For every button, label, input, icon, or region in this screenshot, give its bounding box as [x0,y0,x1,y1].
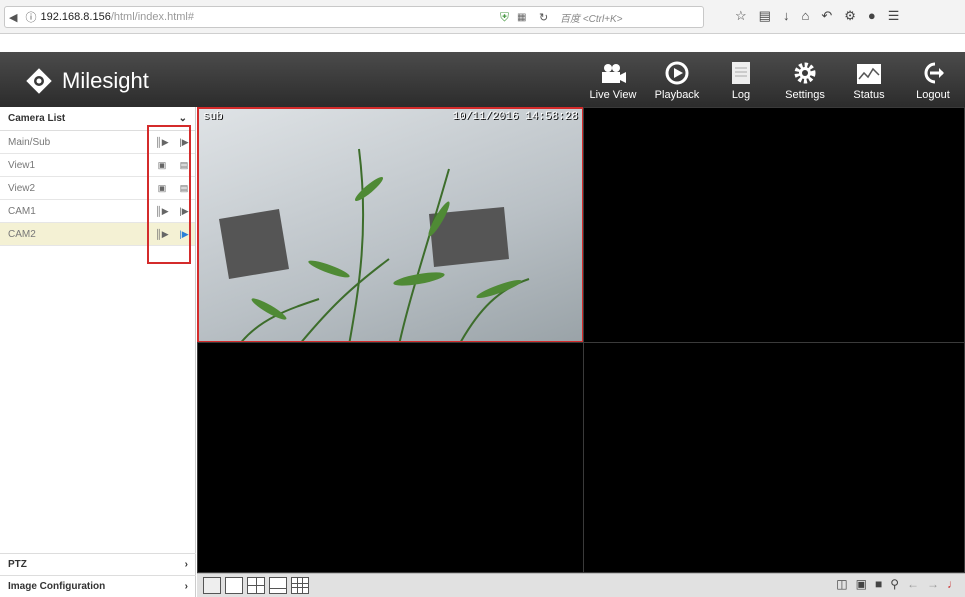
nav-playback[interactable]: Playback [645,52,709,107]
nav-log[interactable]: Log [709,52,773,107]
snapshot-icon[interactable]: ▣ [856,577,867,591]
nav-label: Settings [785,89,825,101]
layout-6-icon[interactable] [269,577,287,594]
url-path: /html/index.html# [110,11,194,23]
search-box[interactable]: 百度 <Ctrl+K> [560,10,700,25]
menu-icon[interactable]: ☰ [888,8,900,24]
nav-label: Live View [589,89,637,101]
star-icon[interactable]: ☆ [735,8,747,24]
nav-live-view[interactable]: Live View [581,52,645,107]
layout-1-icon[interactable] [225,577,243,594]
undo-icon[interactable]: ↶ [821,8,832,24]
download-icon[interactable]: ↓ [783,8,790,24]
list-item-label: CAM1 [8,205,36,217]
video-pane-4[interactable] [583,342,965,573]
list-item-label: View1 [8,159,36,171]
sidebar: Camera List ⌄ Main/Sub ║▶ |▶ View1 ▣ ▤ View2… [0,107,196,597]
reading-icon[interactable]: ▤ [759,8,771,24]
nav-label: Playback [654,89,700,101]
logo-icon [26,68,52,94]
osd-timestamp: 10/11/2016 14:58:28 [452,111,578,123]
highlight-box [147,125,191,264]
list-item-label: View2 [8,182,36,194]
chat-icon[interactable]: ● [868,8,876,24]
image-configuration-panel[interactable]: Image Configuration › [0,575,196,597]
nav-settings[interactable]: Settings [773,52,837,107]
tools-icon[interactable]: ⚙ [844,8,856,24]
reload-icon[interactable]: ↻ [539,11,548,24]
nav-status[interactable]: Status [837,52,901,107]
chevron-right-icon: › [184,581,188,592]
brand-name: Milesight [62,68,149,93]
list-item-label: CAM2 [8,228,36,240]
nav-label: Status [853,89,885,101]
gear-icon [794,62,816,84]
stream-icon[interactable]: ◫ [836,577,847,591]
camera-list-title: Camera List [8,113,66,124]
camera-icon [602,64,626,83]
arrow-right-icon[interactable]: → [927,577,939,591]
list-item-label: Main/Sub [8,136,51,148]
url-host: 192.168.8.156 [40,11,111,23]
chevron-right-icon: › [184,559,188,570]
camera-feed [199,109,582,341]
main-nav: Live View Playback Log Settings Status L… [581,52,965,107]
nav-logout[interactable]: Logout [901,52,965,107]
qr-icon[interactable]: ▦ [517,12,526,23]
feed-scene [219,148,530,341]
document-icon [732,62,750,84]
bottom-toolbar: ◫ ▣ ■ ⚲ ← → ♩ [197,573,965,597]
address-bar[interactable]: ◀ ⓘ 192.168.8.156/html/index.html# ⛨ ▦ ↻… [4,6,704,28]
video-pane-3[interactable] [197,342,584,573]
arrow-left-icon[interactable]: ← [907,577,919,591]
osd-stream: sub [203,111,223,123]
zoom-icon[interactable]: ⚲ [890,577,899,591]
playback-icon [665,61,689,85]
page-info-icon[interactable]: ⓘ [25,9,36,25]
layout-4-icon[interactable] [247,577,265,594]
record-icon[interactable]: ■ [875,577,882,591]
nav-label: Logout [916,89,950,101]
back-icon[interactable]: ◀ [9,11,17,24]
logout-icon [924,62,944,84]
layout-9-icon[interactable] [291,577,309,594]
audio-mute-icon[interactable]: ♩ [947,577,959,591]
image-configuration-label: Image Configuration [8,581,106,592]
browser-toolbar: ◀ ⓘ 192.168.8.156/html/index.html# ⛨ ▦ ↻… [0,0,965,34]
chevron-down-icon[interactable]: ⌄ [179,113,187,124]
graph-icon [857,64,881,84]
logo: Milesight [24,66,149,96]
ptz-label: PTZ [8,559,27,570]
video-pane-2[interactable] [583,107,965,343]
video-pane-1[interactable]: sub 10/11/2016 14:58:28 [197,107,584,343]
app-header: Milesight Live View Playback Log Setting… [0,52,965,107]
fullscreen-icon[interactable] [203,577,221,594]
video-grid: sub 10/11/2016 14:58:28 [197,107,965,573]
nav-label: Log [731,89,751,101]
home-icon[interactable]: ⌂ [801,8,809,24]
ptz-panel[interactable]: PTZ › [0,553,196,575]
shield-icon[interactable]: ⛨ [500,10,509,25]
